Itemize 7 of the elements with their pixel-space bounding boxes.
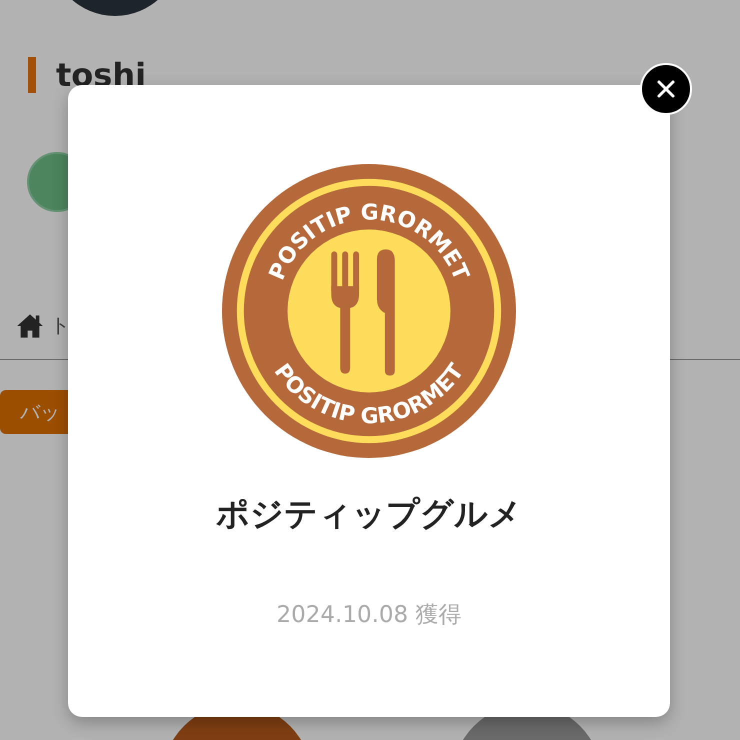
breadcrumb-link[interactable]: ト: [50, 312, 70, 339]
home-icon[interactable]: [16, 312, 44, 338]
earned-date: 2024.10.08 獲得: [276, 601, 462, 630]
user-name: toshi: [56, 56, 146, 94]
accent-bar: [28, 57, 36, 93]
badge-title: ポジティップグルメ: [216, 493, 522, 535]
close-icon: [656, 79, 676, 99]
